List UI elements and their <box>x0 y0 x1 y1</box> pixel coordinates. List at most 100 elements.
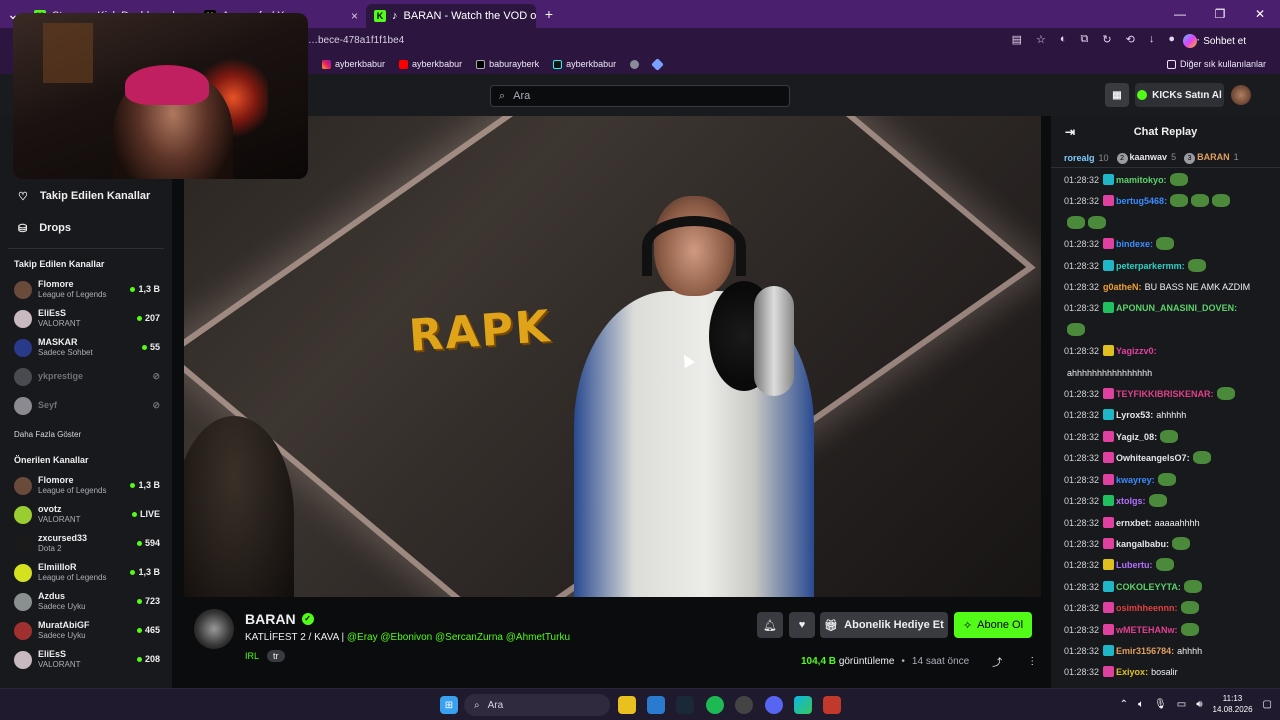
sidebar-channel[interactable]: ykprestige ⊘ <box>8 362 164 391</box>
language-tag[interactable]: tr <box>267 650 285 662</box>
chat-username[interactable]: xtolgs: <box>1116 496 1146 506</box>
chevron-up-icon[interactable]: ⌃ <box>1120 699 1128 710</box>
sidebar-channel[interactable]: ovotz VALORANT LIVE <box>8 500 164 529</box>
minimize-icon[interactable]: — <box>1160 7 1200 21</box>
sidebar-channel[interactable]: zxcursed33 Dota 2 594 <box>8 529 164 558</box>
category-link[interactable]: IRL <box>245 651 259 661</box>
video-player[interactable]: RAPK <box>184 116 1041 597</box>
close-window-icon[interactable]: ✕ <box>1240 7 1280 21</box>
clock[interactable]: 11:13 14.08.2026 <box>1213 693 1253 715</box>
chat-username[interactable]: bindexe: <box>1116 239 1153 249</box>
chat-username[interactable]: kwayrey: <box>1116 475 1155 485</box>
channel-avatar[interactable] <box>194 609 234 649</box>
chat-username[interactable]: osimhheennn: <box>1116 603 1178 613</box>
gift-subscription-button[interactable]: 🎁︎ Abonelik Hediye Et <box>820 612 948 638</box>
reader-icon[interactable]: ▤ <box>1012 33 1022 46</box>
bookmark-instagram[interactable]: ayberkbabur <box>322 59 385 69</box>
chat-username[interactable]: bertug5468: <box>1116 196 1167 206</box>
chat-username[interactable]: peterparkermm: <box>1116 261 1185 271</box>
mic-icon[interactable]: 🎙︎ <box>1154 699 1167 710</box>
rank-badge-icon: 3 <box>1184 152 1196 164</box>
chat-username[interactable]: APONUN_ANASINI_DOVEN: <box>1116 303 1237 313</box>
network-icon[interactable]: ▭ <box>1177 699 1186 710</box>
sidebar-channel[interactable]: Seyf ⊘ <box>8 391 164 420</box>
chat-username[interactable]: g0atheN: <box>1103 282 1142 292</box>
other-favorites[interactable]: Diğer sık kullanılanlar <box>1166 59 1266 69</box>
store-icon[interactable] <box>647 696 665 714</box>
download-icon[interactable]: ↓ <box>1149 33 1155 46</box>
chat-username[interactable]: COKOLEYYTA: <box>1116 582 1181 592</box>
windows-start-icon[interactable]: ⊞ <box>440 696 458 714</box>
bookmark-youtube[interactable]: ayberkbabur <box>399 59 462 69</box>
steam-icon[interactable] <box>676 696 694 714</box>
file-explorer-icon[interactable] <box>618 696 636 714</box>
chat-username[interactable]: OwhiteangelsO7: <box>1116 453 1190 463</box>
leaderboard-entry[interactable]: 3 BARAN 1 <box>1184 152 1239 164</box>
chat-username[interactable]: kangalbabu: <box>1116 539 1169 549</box>
extension-icon[interactable]: ◐ <box>1060 33 1067 46</box>
url-field[interactable]: …bece-478a1f1f1be4 <box>300 32 980 50</box>
taskbar-search[interactable]: ⌕ Ara <box>464 694 610 716</box>
follow-button[interactable]: ♥ <box>789 612 815 638</box>
notification-button[interactable]: 🔔︎ <box>757 612 783 638</box>
bookmark-tiktok[interactable]: ayberkbabur <box>553 59 616 69</box>
volume-icon[interactable]: 🔊︎ <box>1196 699 1202 710</box>
share-icon[interactable]: ⤴ <box>992 654 1002 669</box>
search-input[interactable]: ⌕ Ara <box>490 85 790 107</box>
leaderboard-entry[interactable]: rorealg 10 <box>1064 153 1109 163</box>
collapse-chat-icon[interactable]: ⇥ <box>1065 125 1075 139</box>
sidebar-channel[interactable]: MuratAbiGF Sadece Uyku 465 <box>8 616 164 645</box>
chat-username[interactable]: mamitokyo: <box>1116 175 1167 185</box>
speaker-icon[interactable]: ♪ <box>392 10 398 22</box>
profile-icon[interactable]: ● <box>1168 33 1175 46</box>
chat-username[interactable]: wMETEHANw: <box>1116 625 1178 635</box>
sidebar-channel[interactable]: Flomore League of Legends 1,3 B <box>8 275 164 304</box>
chat-username[interactable]: ernxbet: <box>1116 518 1152 528</box>
more-options-icon[interactable]: ⋮ <box>1027 656 1037 667</box>
sidebar-channel[interactable]: EliEsS VALORANT 207 <box>8 304 164 333</box>
chat-username[interactable]: Lyrox53: <box>1116 410 1153 420</box>
discord-icon[interactable] <box>765 696 783 714</box>
bookmark-gemini[interactable] <box>651 57 665 71</box>
spotify-icon[interactable] <box>706 696 724 714</box>
bookmark-x[interactable]: baburayberk <box>476 59 539 69</box>
sidebar-channel[interactable]: Azdus Sadece Uyku 723 <box>8 587 164 616</box>
chat-username[interactable]: Exiyox: <box>1116 667 1148 677</box>
app-icon[interactable] <box>735 696 753 714</box>
leaderboard-entry[interactable]: 2 kaanwav 5 <box>1116 152 1176 164</box>
sidebar-channel[interactable]: Flomore League of Legends 1,3 B <box>8 471 164 500</box>
sidebar-link-followed[interactable]: ♡ Takip Edilen Kanallar <box>8 180 164 212</box>
browser-tab-active[interactable]: K ♪ BARAN - Watch the VOD on Kick × <box>366 4 536 28</box>
close-tab-icon[interactable]: × <box>351 9 358 23</box>
chat-username[interactable]: Emir3156784: <box>1116 646 1174 656</box>
sidebar-link-drops[interactable]: ⛁ Drops <box>8 212 164 244</box>
show-more-link[interactable]: Daha Fazla Göster <box>14 430 164 439</box>
copilot-chat-button[interactable]: Sohbet et <box>1183 32 1246 50</box>
chat-username[interactable]: TEYFIKKIBRISKENAR: <box>1116 389 1214 399</box>
bookmark-generic[interactable] <box>630 59 640 69</box>
refresh-icon[interactable]: ↻ <box>1102 33 1111 46</box>
chat-username[interactable]: Yagizzv0: <box>1116 346 1157 356</box>
sidebar-channel[interactable]: ElmiilloR League of Legends 1,3 B <box>8 558 164 587</box>
subscribe-button[interactable]: ✧ Abone Ol <box>954 612 1032 638</box>
edge-browser-icon[interactable] <box>794 696 812 714</box>
chat-message: 01:28:32 APONUN_ANASINI_DOVEN: <box>1064 298 1272 319</box>
new-tab-icon[interactable]: + <box>536 1 562 27</box>
live-dot-icon <box>130 286 136 292</box>
sidebar-channel[interactable]: EliEsS VALORANT 208 <box>8 645 164 674</box>
channel-name[interactable]: BARAN <box>245 611 296 627</box>
favorite-star-icon[interactable]: ☆ <box>1036 33 1046 46</box>
game-app-icon[interactable] <box>823 696 841 714</box>
chat-username[interactable]: Yagiz_08: <box>1116 432 1157 442</box>
chat-username[interactable]: Lubertu: <box>1116 560 1153 570</box>
stream-title-mentions[interactable]: @Eray @Ebonivon @SercanZurna @AhmetTurku <box>347 632 570 643</box>
user-avatar[interactable] <box>1231 85 1251 105</box>
notification-icon[interactable]: ▢ <box>1263 699 1272 710</box>
history-icon[interactable]: ⟲ <box>1126 33 1135 46</box>
restore-icon[interactable]: ❐ <box>1200 7 1240 21</box>
speaker-tray-icon[interactable]: 🔈︎ <box>1138 699 1144 710</box>
split-icon[interactable]: ⧉ <box>1081 33 1089 46</box>
sidebar-channel[interactable]: MASKAR Sadece Sohbet 55 <box>8 333 164 362</box>
layout-toggle-button[interactable]: ▦ <box>1105 83 1129 107</box>
buy-kicks-button[interactable]: KICKs Satın Al <box>1135 83 1224 107</box>
